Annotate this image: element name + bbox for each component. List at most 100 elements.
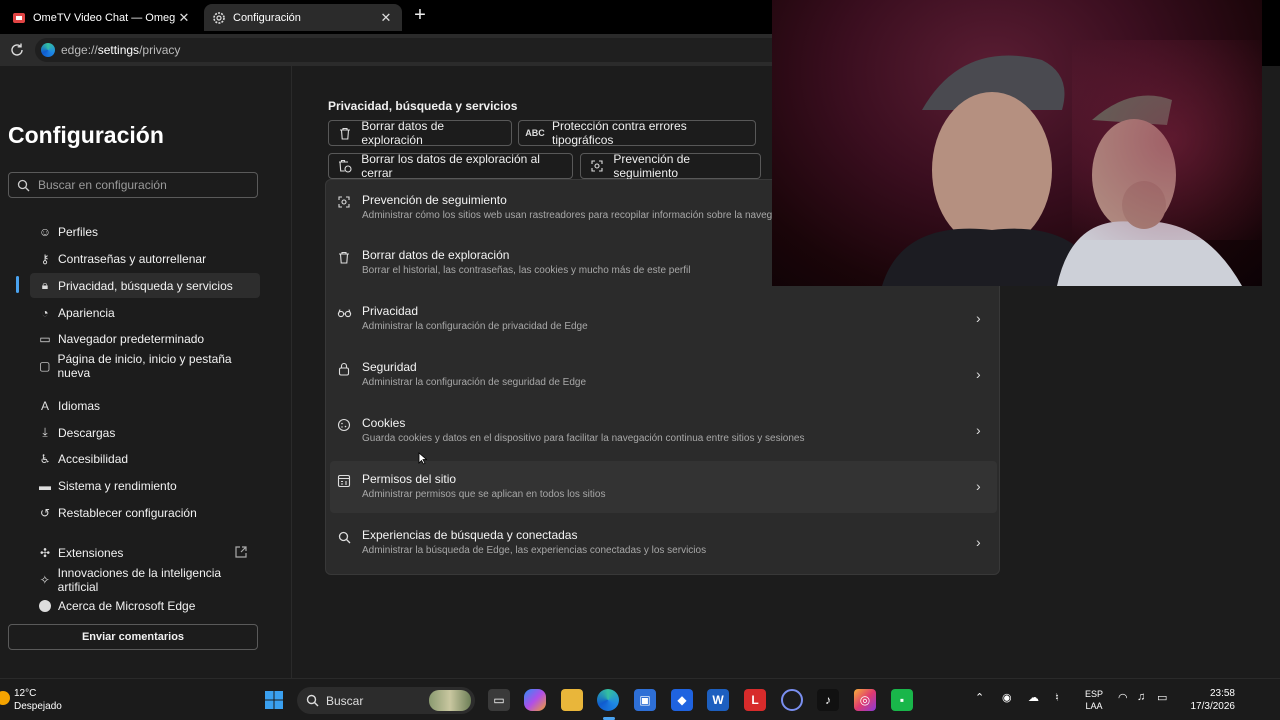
row-search-experiences[interactable]: Experiencias de búsqueda y conectadas Ad… [326, 517, 999, 569]
start-icon[interactable] [263, 689, 285, 711]
home-page-icon: ▢ [39, 358, 51, 373]
chip-clear-browsing-data[interactable]: Borrar datos de exploración [328, 119, 512, 147]
address-bar: edge://settings/privacy [0, 34, 772, 66]
tray-app-icon[interactable]: ◉ [1002, 691, 1012, 704]
sparkle-icon: ✧ [39, 572, 50, 587]
row-description: Administrar la configuración de segurida… [362, 377, 587, 388]
sidebar-item-label: Idiomas [58, 398, 101, 413]
sidebar-item-passwords[interactable]: ⚷ Contraseñas y autorrellenar [30, 246, 260, 271]
weather-widget[interactable]: 12°C Despejado [0, 687, 62, 713]
reset-icon: ↺ [39, 505, 51, 520]
row-description: Administrar la configuración de privacid… [362, 321, 588, 332]
video-icon [12, 11, 26, 25]
app-l-icon[interactable]: L [744, 689, 766, 711]
edge-icon[interactable] [597, 689, 619, 711]
row-privacy[interactable]: Privacidad Administrar la configuración … [326, 293, 999, 345]
word-icon[interactable]: W [707, 689, 729, 711]
store-icon[interactable]: ▣ [634, 689, 656, 711]
sidebar-item-languages[interactable]: A Idiomas [30, 393, 260, 418]
sidebar-item-ai[interactable]: ✧ Innovaciones de la inteligencia artific… [30, 565, 260, 594]
sidebar-item-label: Acerca de Microsoft Edge [58, 598, 196, 613]
new-tab-button[interactable]: + [410, 5, 430, 26]
volume-icon[interactable]: ♫ [1137, 691, 1145, 703]
search-input[interactable]: Buscar en configuración [8, 172, 258, 198]
clock[interactable]: 23:58 17/3/2026 [1183, 687, 1236, 713]
task-view-icon[interactable]: ▭ [488, 689, 510, 711]
sidebar-item-downloads[interactable]: ⤓ Descargas [30, 420, 260, 445]
taskbar-search[interactable]: Buscar [297, 687, 475, 714]
edge-icon [38, 599, 52, 613]
row-cookies[interactable]: Cookies Guarda cookies y datos en el dis… [326, 405, 999, 457]
green-app-icon[interactable]: ▪ [891, 689, 913, 711]
lock-icon: 🔒︎ [41, 278, 49, 292]
sidebar-item-label: Accesibilidad [58, 451, 129, 466]
search-placeholder: Buscar en configuración [38, 178, 167, 192]
row-title: Cookies [362, 416, 406, 430]
chevron-right-icon: › [976, 534, 981, 550]
light-glow [1072, 40, 1262, 240]
chevron-up-icon[interactable]: ⌃ [975, 691, 984, 704]
sidebar-item-about[interactable]: Acerca de Microsoft Edge [30, 593, 260, 618]
sidebar-item-default-browser[interactable]: ▭ Navegador predeterminado [30, 326, 260, 351]
sidebar-item-label: Página de inicio, inicio y pestaña nueva [57, 351, 232, 380]
cloud-icon[interactable]: ☁ [1028, 691, 1039, 704]
chip-tracking-prevention[interactable]: Prevención de seguimiento [580, 152, 761, 180]
palette-icon: ◔ [41, 305, 49, 320]
sidebar-item-label: Privacidad, búsqueda y servicios [58, 278, 233, 293]
search-icon [17, 179, 30, 191]
sidebar-item-label: Descargas [58, 425, 116, 440]
chip-typo-protection[interactable]: ABC Protección contra errores tipográfic… [518, 119, 756, 147]
sidebar-item-reset[interactable]: ↺ Restablecer configuración [30, 500, 260, 525]
circle-app-icon[interactable] [781, 689, 803, 711]
url-field[interactable]: edge://settings/privacy [35, 38, 772, 62]
chip-label: Borrar datos de exploración [361, 119, 445, 147]
sidebar-item-label: Innovaciones de la inteligencia artifici… [57, 565, 222, 594]
row-site-permissions[interactable]: Permisos del sitio Administrar permisos … [330, 461, 997, 513]
copilot-icon[interactable] [524, 689, 546, 711]
sidebar-item-start-page[interactable]: ▢ Página de inicio, inicio y pestaña nuev… [30, 351, 260, 380]
settings-sidebar: Configuración Buscar en configuración ☺ P… [0, 66, 292, 678]
tiktok-icon[interactable]: ♪ [817, 689, 839, 711]
accessibility-icon: ♿︎ [39, 451, 51, 466]
chip-label: Borrar los datos de exploración al cerra… [361, 152, 540, 180]
search-icon [306, 694, 319, 707]
tracking-icon [336, 194, 352, 210]
sidebar-item-appearance[interactable]: ◔ Apariencia [30, 300, 260, 325]
battery-icon[interactable]: ▭ [1157, 691, 1167, 704]
file-explorer-icon[interactable] [561, 689, 583, 711]
dropbox-icon[interactable]: ◆ [671, 689, 693, 711]
row-description: Guarda cookies y datos en el dispositivo… [362, 433, 805, 444]
row-description: Administrar permisos que se aplican en t… [362, 489, 606, 500]
instagram-icon[interactable]: ◎ [854, 689, 876, 711]
reload-icon[interactable] [9, 42, 25, 58]
sidebar-item-system[interactable]: ▬ Sistema y rendimiento [30, 473, 260, 498]
chip-label: Prevención de seguimiento [613, 152, 691, 180]
row-title: Experiencias de búsqueda y conectadas [362, 528, 578, 542]
sidebar-item-privacy[interactable]: 🔒︎ Privacidad, búsqueda y servicios [30, 273, 260, 298]
sidebar-item-accessibility[interactable]: ♿︎ Accesibilidad [30, 446, 260, 471]
wifi-icon[interactable]: ◠ [1118, 691, 1128, 704]
puzzle-icon: ✣ [39, 545, 51, 560]
chip-clear-on-close[interactable]: Borrar los datos de exploración al cerra… [328, 152, 573, 180]
send-feedback-button[interactable]: Enviar comentarios [8, 624, 258, 650]
row-title: Borrar datos de exploración [362, 248, 510, 262]
sidebar-item-perfiles[interactable]: ☺ Perfiles [30, 219, 260, 244]
active-indicator [16, 276, 19, 293]
tab-ometv[interactable]: OmeTV Video Chat — Omegle Ra ✕ [4, 4, 200, 31]
row-security[interactable]: Seguridad Administrar la configuración d… [326, 349, 999, 401]
sidebar-item-label: Extensiones [58, 545, 124, 560]
tab-settings[interactable]: Configuración ✕ [204, 4, 402, 31]
close-tab-icon[interactable]: ✕ [378, 10, 394, 26]
clock-time: 23:58 [1209, 688, 1235, 699]
language-indicator[interactable]: ESP LAA [1085, 688, 1103, 712]
microphone-icon[interactable]: ♮ [1055, 691, 1059, 704]
clock-date: 17/3/2026 [1190, 701, 1236, 712]
chevron-right-icon: › [976, 366, 981, 382]
sidebar-item-label: Restablecer configuración [58, 505, 197, 520]
cookie-icon [336, 417, 352, 433]
tracking-icon [589, 158, 604, 174]
close-tab-icon[interactable]: ✕ [176, 10, 192, 26]
sidebar-item-label: Sistema y rendimiento [58, 478, 177, 493]
sidebar-item-extensions[interactable]: ✣ Extensiones [30, 540, 260, 565]
sidebar-item-label: Contraseñas y autorrellenar [58, 251, 207, 266]
